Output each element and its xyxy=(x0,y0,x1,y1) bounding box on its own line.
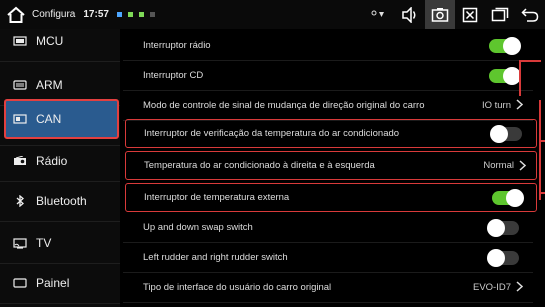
cd-switch-toggle[interactable] xyxy=(489,66,521,85)
setting-value: EVO-ID7 xyxy=(472,282,511,293)
back-icon[interactable] xyxy=(515,0,545,29)
sidebar-item-tv[interactable]: TV xyxy=(0,223,120,263)
recent-apps-icon[interactable] xyxy=(485,0,515,29)
setting-row-turn-signal-mode[interactable]: Modo de controle de sinal de mudança de … xyxy=(123,91,533,121)
mcu-icon xyxy=(12,35,28,47)
sidebar-item-label: ARM xyxy=(36,78,63,92)
location-wifi-icon xyxy=(371,9,389,21)
setting-label: Interruptor CD xyxy=(143,70,204,81)
annotation-line xyxy=(519,60,521,96)
setting-label: Left rudder and right rudder switch xyxy=(143,252,288,263)
sidebar-item-label: Painel xyxy=(36,276,70,290)
sidebar-item-label: MCU xyxy=(36,34,64,48)
setting-label: Up and down swap switch xyxy=(143,222,253,233)
panel-icon xyxy=(12,277,28,289)
sidebar-item-label: CAN xyxy=(36,112,62,126)
notification-dot-icon xyxy=(116,12,122,17)
sidebar-item-mcu[interactable]: MCU xyxy=(0,21,120,61)
sidebar-item-label: TV xyxy=(36,236,52,250)
sidebar: MCU ARM CAN Rádio Bluetooth TV Painel xyxy=(0,29,120,307)
sidebar-item-label: Bluetooth xyxy=(36,194,87,208)
up-down-swap-toggle[interactable] xyxy=(487,218,519,237)
setting-label: Interruptor rádio xyxy=(143,40,211,51)
setting-row-up-down-swap[interactable]: Up and down swap switch xyxy=(123,213,533,243)
setting-label: Modo de controle de sinal de mudança de … xyxy=(143,100,425,111)
ac-temp-check-toggle[interactable] xyxy=(490,124,522,143)
setting-label: Tipo de interface do usuário do carro or… xyxy=(143,282,332,293)
setting-value: IO turn xyxy=(481,100,511,111)
sidebar-divider xyxy=(0,303,120,304)
sidebar-item-label: Rádio xyxy=(36,154,68,168)
notification-dot-icon xyxy=(138,12,144,17)
chevron-right-icon xyxy=(519,159,527,174)
radio-icon xyxy=(12,155,28,167)
arm-icon xyxy=(12,79,28,91)
radio-switch-toggle[interactable] xyxy=(489,36,521,55)
can-icon xyxy=(12,113,28,125)
sidebar-item-painel[interactable]: Painel xyxy=(0,263,120,303)
setting-label: Interruptor de temperatura externa xyxy=(144,192,290,203)
volume-icon[interactable] xyxy=(395,0,425,29)
sidebar-item-can[interactable]: CAN xyxy=(4,99,119,139)
notification-dot-icon xyxy=(127,12,133,17)
bluetooth-icon xyxy=(12,195,28,207)
sidebar-divider xyxy=(0,221,120,222)
setting-row-radio-switch[interactable]: Interruptor rádio xyxy=(123,31,533,61)
rudder-switch-toggle[interactable] xyxy=(487,248,519,267)
notification-dots xyxy=(116,12,155,17)
annotation-line xyxy=(519,60,541,62)
setting-row-ac-temp-left-right[interactable]: Temperatura do ar condicionado à direita… xyxy=(125,151,537,180)
tv-icon xyxy=(12,237,28,249)
setting-row-ac-temp-check[interactable]: Interruptor de verificação da temperatur… xyxy=(125,119,537,148)
setting-label: Interruptor de verificação da temperatur… xyxy=(144,128,400,139)
setting-row-rudder-switch[interactable]: Left rudder and right rudder switch xyxy=(123,243,533,273)
sidebar-item-radio[interactable]: Rádio xyxy=(0,141,120,181)
status-time: 17:57 xyxy=(83,9,109,20)
external-temp-toggle[interactable] xyxy=(492,188,524,207)
notification-dot-icon xyxy=(149,12,155,17)
sidebar-divider xyxy=(0,61,120,62)
setting-row-ui-type[interactable]: Tipo de interface do usuário do carro or… xyxy=(123,273,533,303)
setting-row-external-temp[interactable]: Interruptor de temperatura externa xyxy=(125,183,537,212)
setting-value: Normal xyxy=(483,160,514,171)
status-title: Configura xyxy=(32,9,76,20)
close-app-icon[interactable] xyxy=(455,0,485,29)
sidebar-item-bluetooth[interactable]: Bluetooth xyxy=(0,181,120,221)
chevron-right-icon xyxy=(516,98,524,113)
settings-list: Interruptor rádio Interruptor CD Modo de… xyxy=(123,29,545,307)
setting-row-cd-switch[interactable]: Interruptor CD xyxy=(123,61,533,91)
chevron-right-icon xyxy=(516,280,524,295)
setting-label: Temperatura do ar condicionado à direita… xyxy=(144,160,375,171)
screenshot-icon[interactable] xyxy=(425,0,455,29)
annotation-line xyxy=(539,100,541,200)
